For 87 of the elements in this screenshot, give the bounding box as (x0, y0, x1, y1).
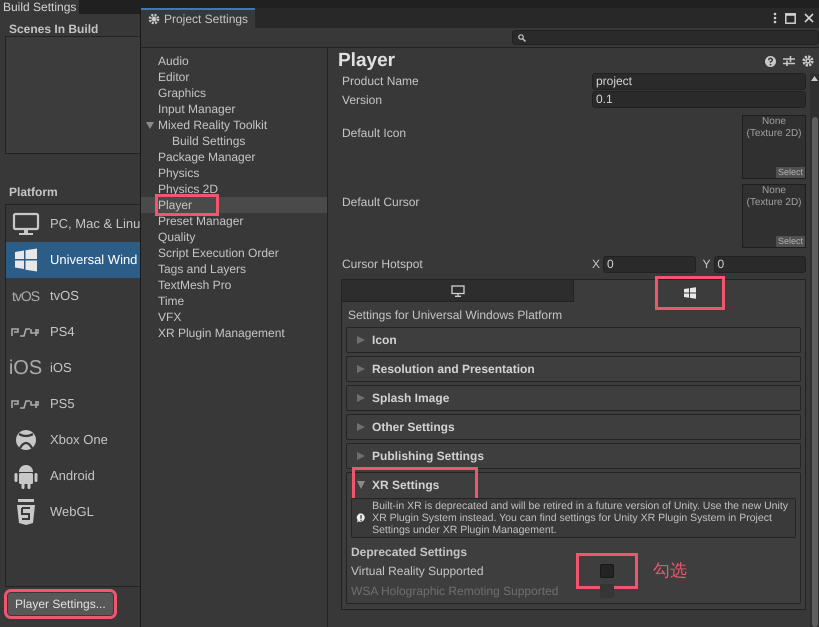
windows-logo-icon (14, 248, 38, 272)
category-item[interactable]: Audio (158, 53, 189, 69)
window-tab[interactable]: Build Settings (0, 0, 80, 14)
platform-item[interactable]: WebGL (6, 494, 141, 530)
category-item[interactable]: Time (158, 293, 184, 309)
axis-label: X (592, 256, 600, 273)
scroll-up-icon (811, 76, 818, 81)
close-icon (804, 13, 814, 23)
text-field[interactable]: project (592, 72, 806, 90)
option-label: Virtual Reality Supported (351, 563, 485, 580)
texture-value: None (762, 185, 786, 197)
foldout-arrow-icon (357, 394, 365, 402)
axis-label: Y (702, 256, 711, 273)
field-label: Default Cursor (342, 194, 420, 211)
panel-title: Player (338, 49, 396, 73)
select-button[interactable]: Select (776, 236, 805, 247)
foldout-arrow-icon (357, 336, 365, 344)
category-item[interactable]: Physics 2D (158, 181, 218, 197)
field-label: Default Icon (342, 125, 406, 142)
category-item[interactable]: Graphics (158, 85, 206, 101)
category-item[interactable]: Editor (158, 69, 190, 85)
category-item[interactable]: Quality (158, 229, 196, 245)
texture-slot[interactable]: None (Texture 2D) Select (742, 184, 806, 248)
number-field[interactable]: 0 (714, 256, 806, 272)
category-item[interactable]: Package Manager (158, 149, 256, 165)
category-item[interactable]: XR Plugin Management (158, 325, 285, 341)
foldout-arrow-icon (357, 423, 365, 431)
foldout-arrow-icon (357, 481, 365, 489)
panel-caption: Settings for Universal Windows Platform (347, 306, 564, 324)
maximize-icon (785, 12, 796, 24)
sphere-logo-icon (14, 429, 36, 451)
sliders-icon (783, 55, 795, 67)
foldout-arrow-icon (357, 365, 365, 373)
monitor-icon (450, 284, 464, 296)
platform-item[interactable]: PC, Mac & Linu (6, 206, 141, 242)
platform-item[interactable]: PS4 (6, 314, 141, 350)
shield-logo-icon (14, 498, 36, 526)
platform-item[interactable]: tvOS tvOS (6, 278, 141, 314)
category-item[interactable]: VFX (158, 309, 182, 325)
player-settings-button[interactable]: Player Settings... (8, 593, 113, 615)
section-heading: Scenes In Build (8, 21, 100, 36)
platform-logo: tvOS (12, 286, 40, 306)
platform-item[interactable]: Android (6, 458, 141, 494)
texture-type: (Texture 2D) (746, 197, 802, 209)
gear-icon (148, 13, 160, 25)
settings-icon (802, 55, 814, 67)
foldout-arrow-icon (357, 452, 365, 460)
texture-slot[interactable]: None (Texture 2D) Select (742, 115, 806, 179)
monitor-icon (12, 212, 40, 236)
platform-item[interactable]: iOS iOS (6, 350, 141, 386)
field-label: Version (342, 92, 384, 109)
category-item[interactable]: TextMesh Pro (158, 277, 232, 293)
platform-item[interactable]: PS5 (6, 386, 141, 422)
checkbox[interactable] (600, 564, 614, 578)
category-item[interactable]: Script Execution Order (158, 245, 279, 261)
more-menu-icon (773, 12, 777, 24)
scrollbar-thumb[interactable] (812, 117, 818, 627)
console-logo-icon (10, 399, 40, 409)
category-item[interactable]: Preset Manager (158, 213, 244, 229)
foldout-header[interactable]: Icon (355, 328, 403, 352)
foldout-header[interactable]: XR Settings (355, 470, 476, 500)
window-tab[interactable]: Project Settings (141, 8, 256, 28)
category-item[interactable]: Build Settings (172, 133, 246, 149)
category-item[interactable]: Tags and Layers (158, 261, 246, 277)
platform-item[interactable]: Xbox One (6, 422, 141, 458)
number-field[interactable]: 0 (603, 256, 696, 272)
search-field[interactable] (512, 30, 819, 45)
windows-logo-icon (684, 287, 696, 299)
texture-value: None (762, 116, 786, 128)
help-text: Built-in XR is deprecated and will be retired in a future version of Unity. Use the new Unity XR Plugin System instead. You can find settings for Unity XR Plugin System in Project Settings under XR Plugin Management. (372, 500, 790, 536)
search-icon (518, 34, 526, 42)
platform-item[interactable]: Universal Wind (6, 242, 141, 278)
platform-logo: iOS (8, 356, 42, 381)
category-item[interactable]: Mixed Reality Toolkit (158, 117, 268, 133)
text-field[interactable]: 0.1 (592, 91, 806, 108)
texture-type: (Texture 2D) (746, 128, 802, 140)
field-label: Product Name (342, 73, 420, 90)
category-item[interactable]: Input Manager (158, 101, 236, 117)
field-label: Cursor Hotspot (342, 256, 424, 273)
category-item[interactable]: Physics (158, 165, 200, 181)
help-icon (765, 56, 776, 66)
section-heading: Platform (9, 184, 58, 201)
annotation-text: 勾选 (653, 560, 687, 582)
group-heading: Deprecated Settings (351, 544, 468, 561)
console-logo-icon (10, 327, 40, 337)
select-button[interactable]: Select (776, 167, 805, 178)
robot-icon (12, 462, 38, 490)
